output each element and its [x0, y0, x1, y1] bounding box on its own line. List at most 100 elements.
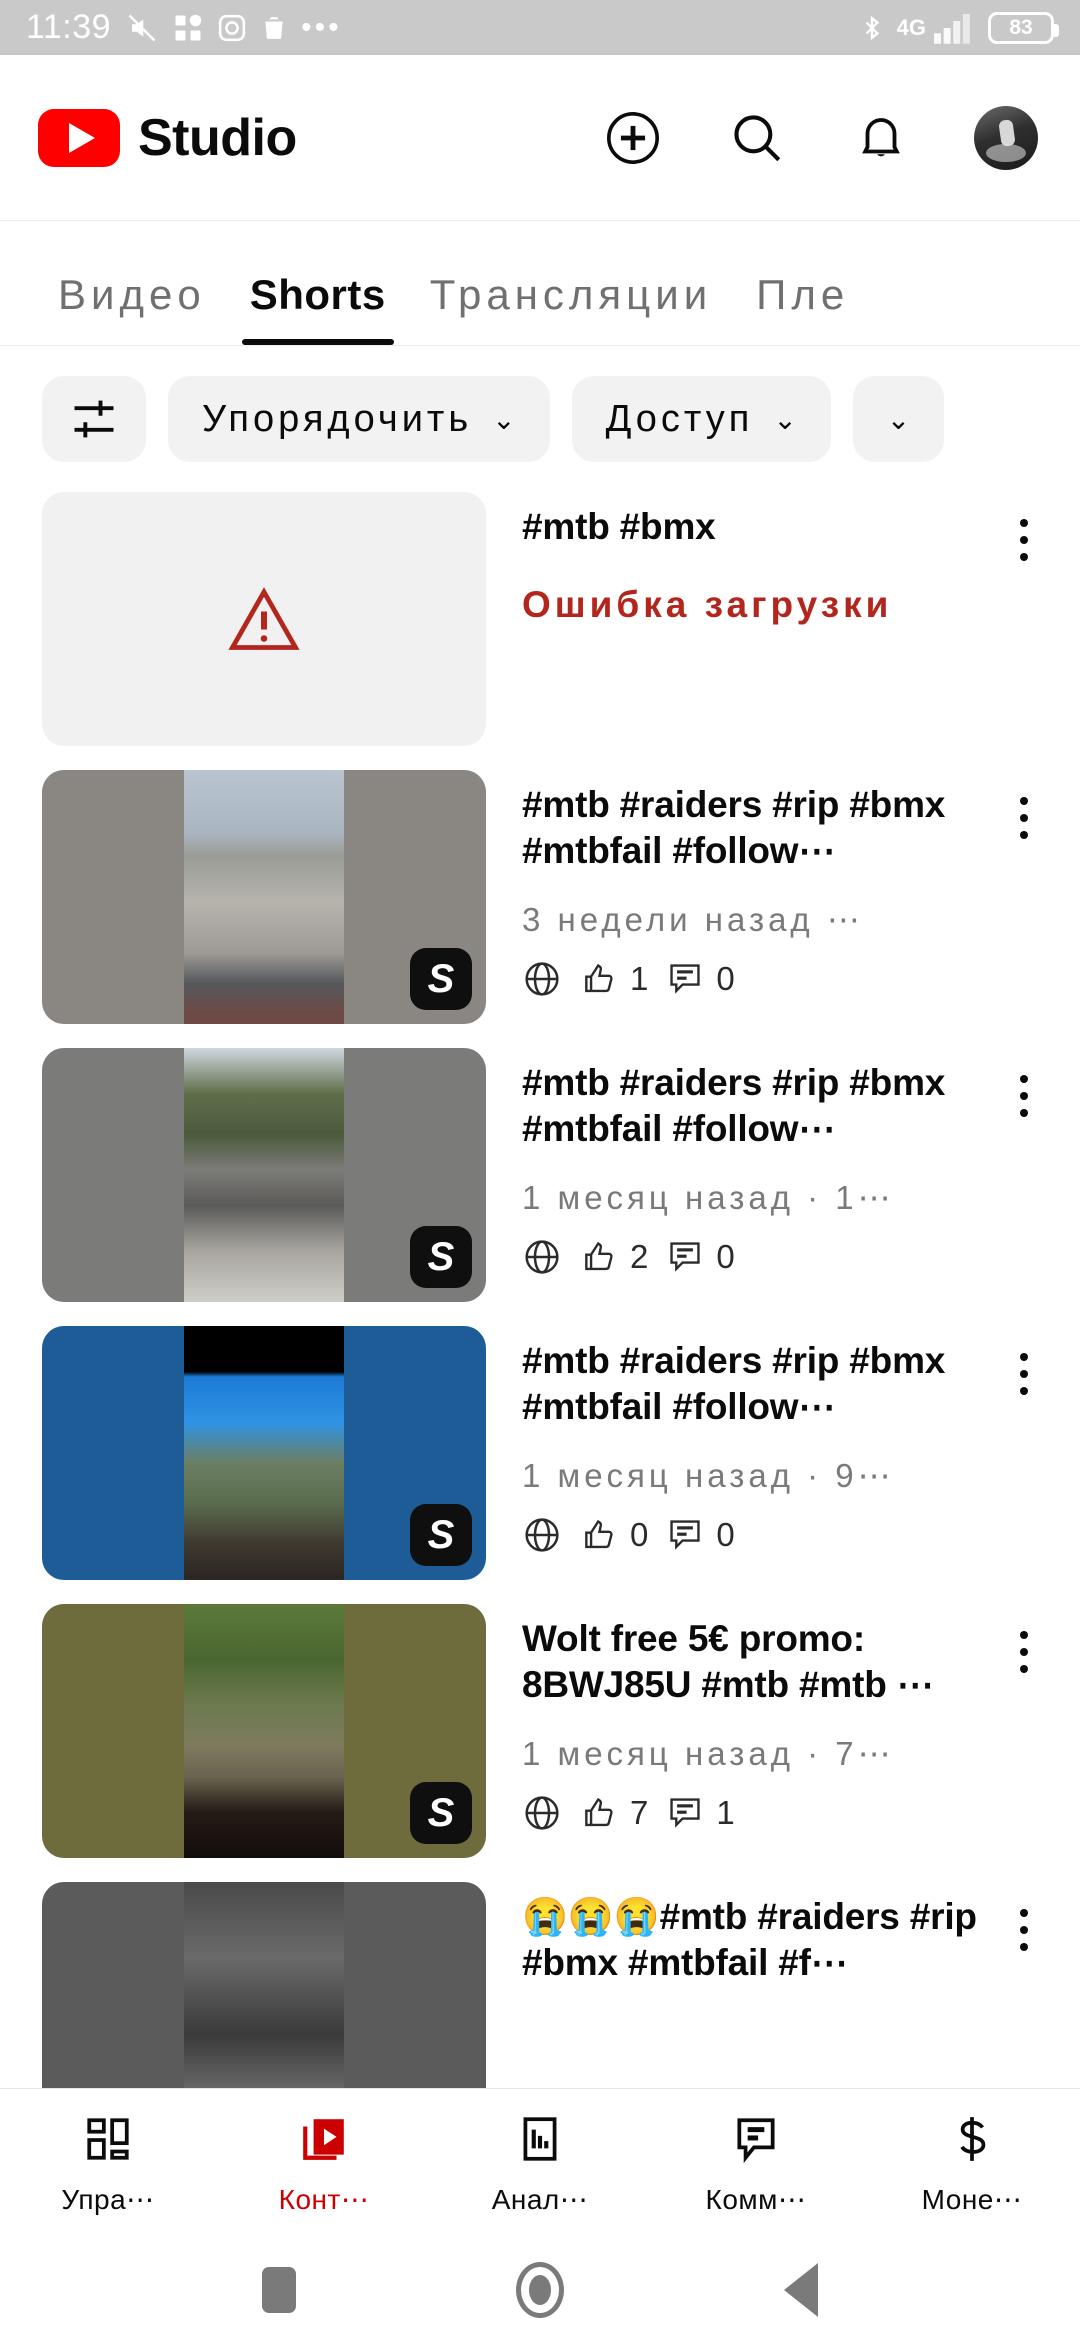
filter-sliders-icon[interactable] — [42, 376, 146, 462]
video-stats: 7 1 — [522, 1793, 984, 1833]
thumbnail-image — [184, 1048, 344, 1302]
globe-icon — [522, 1793, 562, 1833]
network-type-label: 4G — [896, 14, 926, 40]
video-thumbnail[interactable]: S — [42, 1604, 486, 1858]
video-options-button[interactable] — [994, 1892, 1054, 1968]
thumbnail-image — [184, 1604, 344, 1858]
back-triangle-icon[interactable] — [784, 2263, 818, 2317]
bottom-navigation: Упра⋯ Конт⋯ Анал⋯ Комм⋯ Моне⋯ — [0, 2088, 1080, 2240]
video-stats: 2 0 — [522, 1237, 984, 1277]
overflow-chip[interactable]: ⌄ — [852, 376, 945, 462]
video-meta: #mtb #raiders #rip #bmx #mtbfail #follow… — [486, 1326, 1080, 1580]
signal-icon — [934, 12, 976, 44]
globe-icon — [522, 1515, 562, 1555]
video-date: 3 недели назад ⋯ — [522, 900, 864, 938]
comments-stat: 0 — [666, 1237, 735, 1276]
comments-count: 1 — [716, 1793, 735, 1831]
status-bar: 11:39 ••• 4G 83 — [0, 0, 1080, 55]
thumbnail-image — [184, 770, 344, 1024]
nav-item-dashboard[interactable]: Упра⋯ — [0, 2114, 216, 2216]
tab-videos[interactable]: Видео — [36, 271, 228, 345]
comments-stat: 1 — [666, 1793, 735, 1832]
video-title: #mtb #bmx — [522, 506, 716, 547]
nav-item-comments[interactable]: Комм⋯ — [648, 2114, 864, 2216]
studio-brand[interactable]: Studio — [38, 108, 297, 168]
video-options-button[interactable] — [994, 502, 1054, 578]
nav-label-monetization: Моне⋯ — [921, 2183, 1023, 2215]
trash-icon — [261, 13, 287, 43]
analytics-icon — [515, 2114, 565, 2169]
nav-item-analytics[interactable]: Анал⋯ — [432, 2114, 648, 2216]
sort-chip-label: Упорядочить — [202, 397, 473, 440]
chevron-down-icon: ⌄ — [492, 403, 516, 435]
video-thumbnail[interactable]: S — [42, 1326, 486, 1580]
likes-count: 7 — [630, 1793, 649, 1831]
visibility-chip-label: Доступ — [605, 397, 754, 440]
table-row[interactable]: #mtb #bmx Ошибка загрузки — [0, 492, 1080, 746]
video-title: #mtb #raiders #rip #bmx #mtbfail #follow… — [522, 784, 946, 871]
home-circle-icon[interactable] — [516, 2262, 564, 2318]
comments-icon — [731, 2114, 781, 2169]
monetization-icon — [947, 2114, 997, 2169]
table-row[interactable]: S #mtb #raiders #rip #bmx #mtbfail #foll… — [0, 770, 1080, 1024]
video-title: #mtb #raiders #rip #bmx #mtbfail #follow… — [522, 1340, 946, 1427]
video-options-button[interactable] — [994, 1336, 1054, 1412]
brand-title: Studio — [138, 108, 297, 167]
video-options-button[interactable] — [994, 1614, 1054, 1690]
sort-chip[interactable]: Упорядочить ⌄ — [168, 376, 550, 462]
app-header: Studio — [0, 55, 1080, 221]
search-icon[interactable] — [726, 107, 788, 169]
comments-count: 0 — [716, 959, 735, 997]
tab-playlists[interactable]: Пле — [734, 271, 871, 345]
tab-live[interactable]: Трансляции — [408, 271, 734, 345]
shorts-badge-icon: S — [410, 1782, 472, 1844]
comments-stat: 0 — [666, 959, 735, 998]
thumbnail-image — [184, 1326, 344, 1580]
likes-count: 0 — [630, 1515, 649, 1553]
video-date: 1 месяц назад · 7⋯ — [522, 1734, 895, 1772]
instagram-icon — [217, 13, 247, 43]
likes-count: 2 — [630, 1237, 649, 1275]
table-row[interactable]: S #mtb #raiders #rip #bmx #mtbfail #foll… — [0, 1048, 1080, 1302]
video-meta: Wolt free 5€ promo: 8BWJ85U #mtb #mtb ⋯ … — [486, 1604, 1080, 1858]
filter-bar: Упорядочить ⌄ Доступ ⌄ ⌄ — [0, 346, 1080, 492]
status-time: 11:39 — [26, 8, 112, 46]
avatar[interactable] — [974, 105, 1038, 170]
globe-icon — [522, 1237, 562, 1277]
recents-square-icon[interactable] — [262, 2267, 296, 2313]
content-video-icon — [299, 2114, 349, 2169]
comments-count: 0 — [716, 1237, 735, 1275]
video-options-button[interactable] — [994, 1058, 1054, 1134]
visibility-chip[interactable]: Доступ ⌄ — [571, 376, 831, 462]
nav-label-comments: Комм⋯ — [705, 2183, 807, 2215]
video-thumbnail[interactable]: S — [42, 770, 486, 1024]
video-meta: #mtb #bmx Ошибка загрузки — [486, 492, 1080, 746]
status-badge: Ошибка загрузки — [522, 583, 893, 625]
video-stats: 1 0 — [522, 959, 984, 999]
globe-icon — [522, 959, 562, 999]
video-date: 1 месяц назад · 1⋯ — [522, 1178, 895, 1216]
video-meta: #mtb #raiders #rip #bmx #mtbfail #follow… — [486, 1048, 1080, 1302]
tab-shorts[interactable]: Shorts — [228, 271, 408, 345]
more-dots-icon: ••• — [301, 10, 342, 44]
nav-label-dashboard: Упра⋯ — [61, 2183, 155, 2215]
chevron-down-icon: ⌄ — [886, 403, 911, 435]
status-bar-left: 11:39 ••• — [26, 8, 342, 47]
dashboard-icon — [83, 2114, 133, 2169]
nav-item-monetization[interactable]: Моне⋯ — [864, 2114, 1080, 2216]
table-row[interactable]: S #mtb #raiders #rip #bmx #mtbfail #foll… — [0, 1326, 1080, 1580]
video-stats: 0 0 — [522, 1515, 984, 1555]
battery-indicator: 83 — [988, 11, 1059, 44]
video-thumbnail[interactable] — [42, 492, 486, 746]
likes-stat: 7 — [580, 1794, 648, 1832]
table-row[interactable]: S Wolt free 5€ promo: 8BWJ85U #mtb #mtb … — [0, 1604, 1080, 1858]
shorts-badge-icon: S — [410, 1504, 472, 1566]
likes-stat: 2 — [580, 1238, 648, 1276]
notifications-icon[interactable] — [850, 107, 912, 169]
likes-stat: 1 — [580, 960, 648, 998]
video-options-button[interactable] — [994, 780, 1054, 856]
content-tabs: Видео Shorts Трансляции Пле — [0, 221, 1080, 346]
nav-item-content[interactable]: Конт⋯ — [216, 2114, 432, 2216]
video-thumbnail[interactable]: S — [42, 1048, 486, 1302]
create-icon[interactable] — [602, 107, 664, 169]
